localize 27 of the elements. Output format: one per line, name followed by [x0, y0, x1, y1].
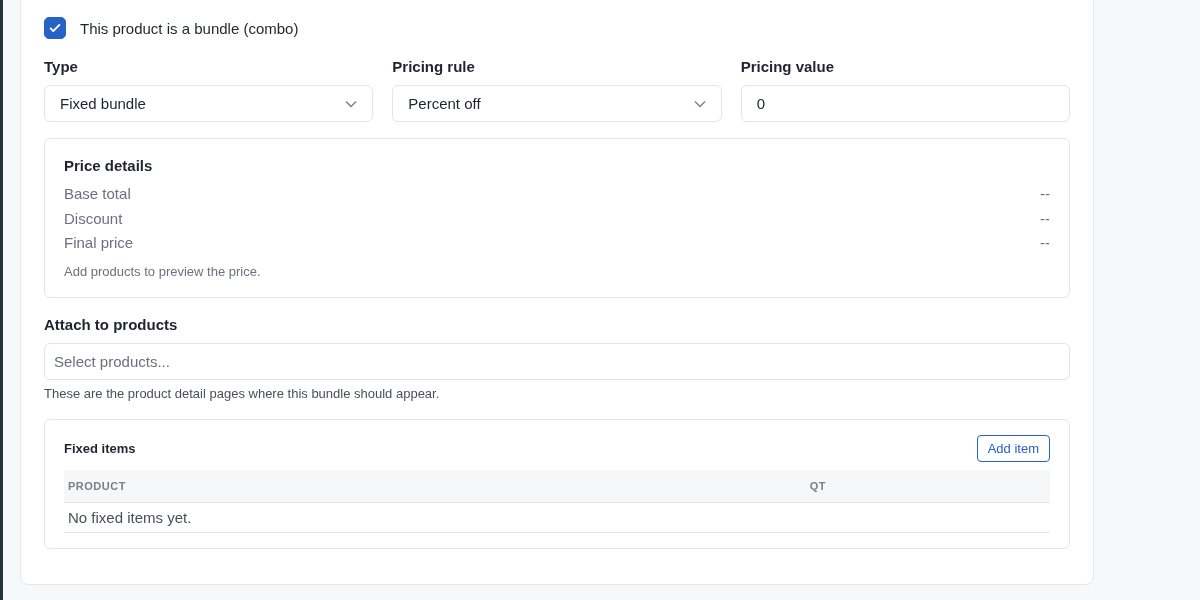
checkbox-label: This product is a bundle (combo) — [80, 19, 299, 37]
price-value: -- — [1040, 184, 1050, 204]
price-label: Final price — [64, 233, 134, 253]
product-select-field[interactable]: Select products... — [44, 342, 1070, 380]
dropdown[interactable]: Fixed bundle — [44, 85, 374, 122]
price-value: -- — [1040, 233, 1050, 253]
price-label: Discount — [64, 208, 123, 229]
column-header: PRODUCT — [68, 479, 126, 492]
section-title: Fixed items — [64, 440, 136, 456]
field-label: Type — [44, 58, 79, 75]
empty-message: No fixed items yet. — [68, 508, 192, 526]
field-label: Pricing value — [740, 58, 836, 75]
chevron-down-icon — [693, 99, 706, 108]
price-value: -- — [1040, 208, 1050, 229]
chevron-down-icon — [345, 99, 358, 108]
checkbox[interactable] — [44, 17, 66, 39]
price-note: Add products to preview the price. — [64, 263, 262, 279]
price-label: Base total — [64, 184, 131, 204]
check-icon — [48, 21, 62, 35]
dropdown[interactable]: Percent off — [392, 85, 722, 122]
input-field[interactable]: 0 — [740, 85, 1070, 122]
field-label: Pricing rule — [392, 58, 476, 75]
field-label: Attach to products — [44, 315, 179, 333]
help-text: These are the product detail pages where this bundle should appear. — [44, 385, 441, 401]
section-title: Price details — [64, 157, 154, 174]
column-header: QT — [809, 479, 826, 492]
add-item-button[interactable]: Add item — [976, 434, 1050, 462]
